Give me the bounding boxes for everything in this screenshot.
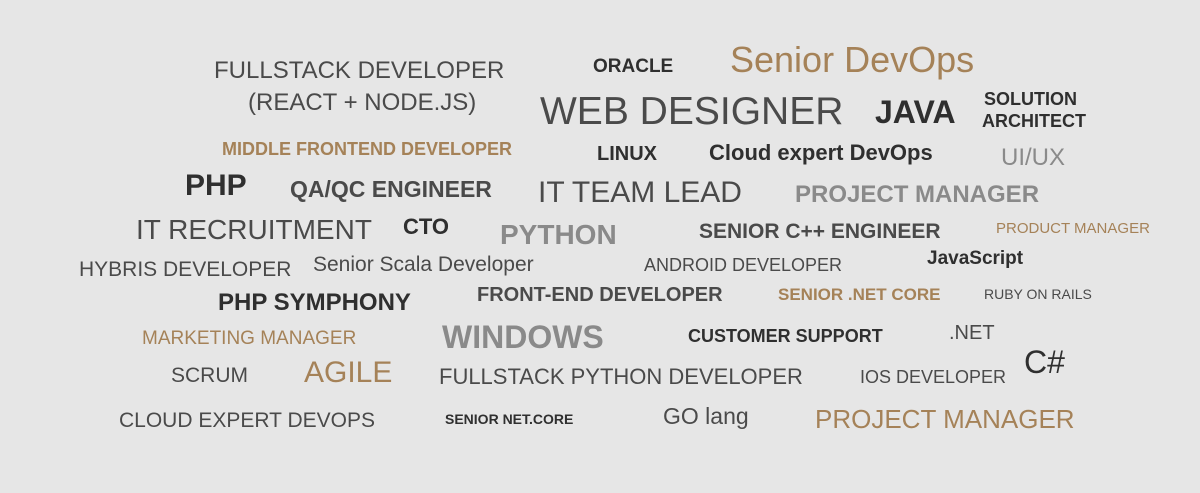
tag-ruby-on-rails: RUBY ON RAILS [984,286,1092,302]
tag-golang: GO lang [663,403,749,429]
tag-senior-devops: Senior DevOps [730,39,975,80]
tag-senior-net-core: SENIOR .NET CORE [778,285,941,304]
tag-php-symphony: PHP SYMPHONY [218,289,411,316]
tag-product-manager: PRODUCT MANAGER [996,220,1150,237]
tag-oracle: ORACLE [593,56,674,77]
tag-javascript: JavaScript [927,248,1024,269]
tag-python: PYTHON [500,219,617,250]
tag-cloud-expert-devops-caps: CLOUD EXPERT DEVOPS [119,409,375,432]
tag-agile: AGILE [304,356,393,389]
tag-cloud: FULLSTACK DEVELOPER (REACT + NODE.JS) OR… [0,0,1200,493]
tag-linux: LINUX [597,143,657,165]
tag-senior-scala: Senior Scala Developer [313,253,534,276]
tag-senior-netcore-2: SENIOR NET.CORE [445,411,574,427]
tag-senior-cpp-engineer: SENIOR C++ ENGINEER [699,220,941,243]
tag-architect: ARCHITECT [982,111,1086,131]
tag-fullstack-developer: FULLSTACK DEVELOPER [214,57,505,84]
tag-qa-qc-engineer: QA/QC ENGINEER [290,176,492,202]
tag-ios-developer: IOS DEVELOPER [860,367,1007,387]
tag-java: JAVA [875,94,956,130]
tag-php: PHP [185,169,247,202]
tag-csharp: C# [1024,344,1065,380]
tag-cloud-expert-devops: Cloud expert DevOps [709,140,933,165]
tag-front-end-developer: FRONT-END DEVELOPER [477,284,723,306]
tag-hybris-developer: HYBRIS DEVELOPER [79,258,292,281]
tag-it-team-lead: IT TEAM LEAD [538,176,742,209]
tag-ui-ux: UI/UX [1001,144,1066,171]
tag-dotnet: .NET [949,322,995,344]
tag-customer-support: CUSTOMER SUPPORT [688,326,883,346]
tag-cto: CTO [403,214,450,239]
tag-marketing-manager: MARKETING MANAGER [142,328,357,349]
tag-fullstack-developer-sub: (REACT + NODE.JS) [248,89,477,116]
tag-it-recruitment: IT RECRUITMENT [136,214,372,245]
tag-solution: SOLUTION [984,89,1077,109]
tag-project-manager: PROJECT MANAGER [795,181,1040,208]
tag-project-manager-gold: PROJECT MANAGER [815,404,1075,434]
tag-web-designer: WEB DESIGNER [540,90,844,133]
tag-middle-frontend: MIDDLE FRONTEND DEVELOPER [222,139,513,159]
tag-android-developer: ANDROID DEVELOPER [644,255,843,275]
tag-fullstack-python: FULLSTACK PYTHON DEVELOPER [439,364,803,389]
tag-windows: WINDOWS [442,319,604,355]
tag-scrum: SCRUM [171,364,248,387]
